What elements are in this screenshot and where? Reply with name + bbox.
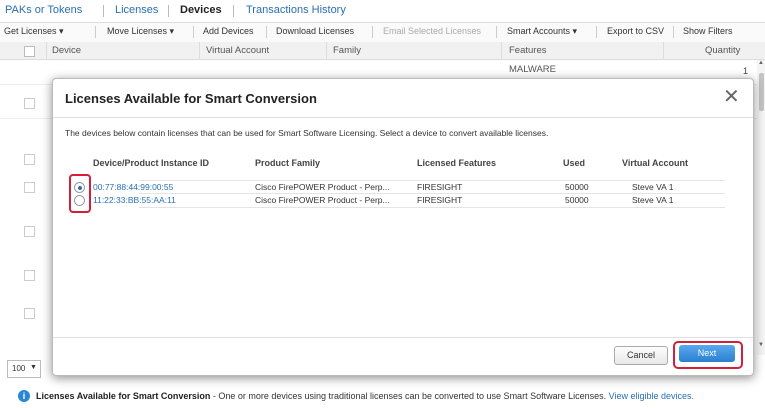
row-checkbox[interactable] [24,98,35,109]
toolbar-divider [95,26,96,38]
device-product-family: Cisco FirePOWER Product - Perp... [255,195,390,205]
modal-description: The devices below contain licenses that … [65,128,549,138]
download-licenses-button[interactable]: Download Licenses [276,26,354,36]
scrollbar-thumb[interactable] [759,73,764,111]
column-header-virtual-account[interactable]: Virtual Account [206,45,269,56]
row-checkbox[interactable] [24,270,35,281]
toolbar-divider [496,26,497,38]
device-virtual-account: Steve VA 1 [632,195,674,205]
column-header-family[interactable]: Family [333,45,361,56]
tab-licenses[interactable]: Licenses [115,4,158,16]
export-to-csv-button[interactable]: Export to CSV [607,26,664,36]
close-icon[interactable]: ✕ [723,87,740,107]
radio-highlight-annotation [69,174,91,213]
page-size-select[interactable]: 100 ▼ [7,360,41,378]
show-filters-button[interactable]: Show Filters [683,26,733,36]
tab-divider [233,5,234,17]
scroll-up-icon[interactable]: ▲ [758,60,764,66]
row-checkbox[interactable] [24,308,35,319]
column-divider [199,42,200,59]
column-header-features[interactable]: Features [509,45,547,56]
modal-footer-divider [53,337,753,338]
get-licenses-dropdown[interactable]: Get Licenses ▾ [4,26,64,37]
device-licensed-features: FIRESIGHT [417,195,463,205]
scroll-down-icon[interactable]: ▼ [758,342,764,348]
modal-title: Licenses Available for Smart Conversion [65,91,317,106]
email-selected-licenses-button[interactable]: Email Selected Licenses [383,26,481,36]
column-divider [326,42,327,59]
smart-conversion-modal: Licenses Available for Smart Conversion … [52,78,754,376]
column-divider [46,42,47,59]
info-icon: i [18,390,30,402]
add-devices-button[interactable]: Add Devices [203,26,254,36]
row-quantity-value: 1 [743,66,749,76]
tab-devices[interactable]: Devices [180,4,222,16]
next-button[interactable]: Next [679,345,735,362]
modal-column-header-used: Used [563,158,586,168]
row-checkbox[interactable] [24,154,35,165]
modal-column-header-family: Product Family [255,158,321,168]
tab-divider [168,5,169,17]
device-used: 50000 [565,182,589,192]
device-licensed-features: FIRESIGHT [417,182,463,192]
modal-column-header-virtual-account: Virtual Account [622,158,689,168]
tab-paks-or-tokens[interactable]: PAKs or Tokens [5,4,82,16]
device-virtual-account: Steve VA 1 [632,182,674,192]
select-all-checkbox[interactable] [24,46,35,57]
toolbar-divider [266,26,267,38]
modal-column-header-features: Licensed Features [417,158,497,168]
notice-text: - One or more devices using traditional … [210,391,609,401]
column-divider [663,42,664,59]
row-divider [139,207,725,208]
toolbar: Get Licenses ▾ Move Licenses ▾ Add Devic… [0,22,765,43]
device-id-link[interactable]: 11:22:33:BB:55:AA:11 [93,195,176,205]
move-licenses-dropdown[interactable]: Move Licenses ▾ [107,26,174,37]
column-header-quantity[interactable]: Quantity [705,45,740,56]
row-features-value: MALWARE [509,64,556,75]
modal-column-header-device: Device/Product Instance ID [93,158,210,168]
row-checkbox[interactable] [24,182,35,193]
page-size-value: 100 [12,364,26,373]
tab-transactions-history[interactable]: Transactions History [246,4,346,16]
device-id-link[interactable]: 00:77:88:44:99:00:55 [93,182,173,192]
toolbar-divider [673,26,674,38]
devices-table-header: Device Virtual Account Family Features Q… [0,42,765,60]
column-divider [501,42,502,59]
cancel-button[interactable]: Cancel [614,346,668,365]
modal-divider [53,117,753,118]
view-eligible-devices-link[interactable]: View eligible devices. [609,391,694,401]
smart-conversion-notice: Licenses Available for Smart Conversion … [36,391,694,401]
device-row[interactable]: 11:22:33:BB:55:AA:11 Cisco FirePOWER Pro… [65,194,731,207]
notice-title: Licenses Available for Smart Conversion [36,391,211,401]
device-product-family: Cisco FirePOWER Product - Perp... [255,182,390,192]
device-used: 50000 [565,195,589,205]
toolbar-divider [372,26,373,38]
tab-bar: PAKs or Tokens Licenses Devices Transact… [0,0,765,22]
column-header-device[interactable]: Device [52,45,81,56]
chevron-down-icon: ▼ [30,364,37,371]
row-checkbox[interactable] [24,226,35,237]
smart-accounts-dropdown[interactable]: Smart Accounts ▾ [507,26,577,37]
toolbar-divider [596,26,597,38]
tab-divider [103,5,104,17]
toolbar-divider [193,26,194,38]
